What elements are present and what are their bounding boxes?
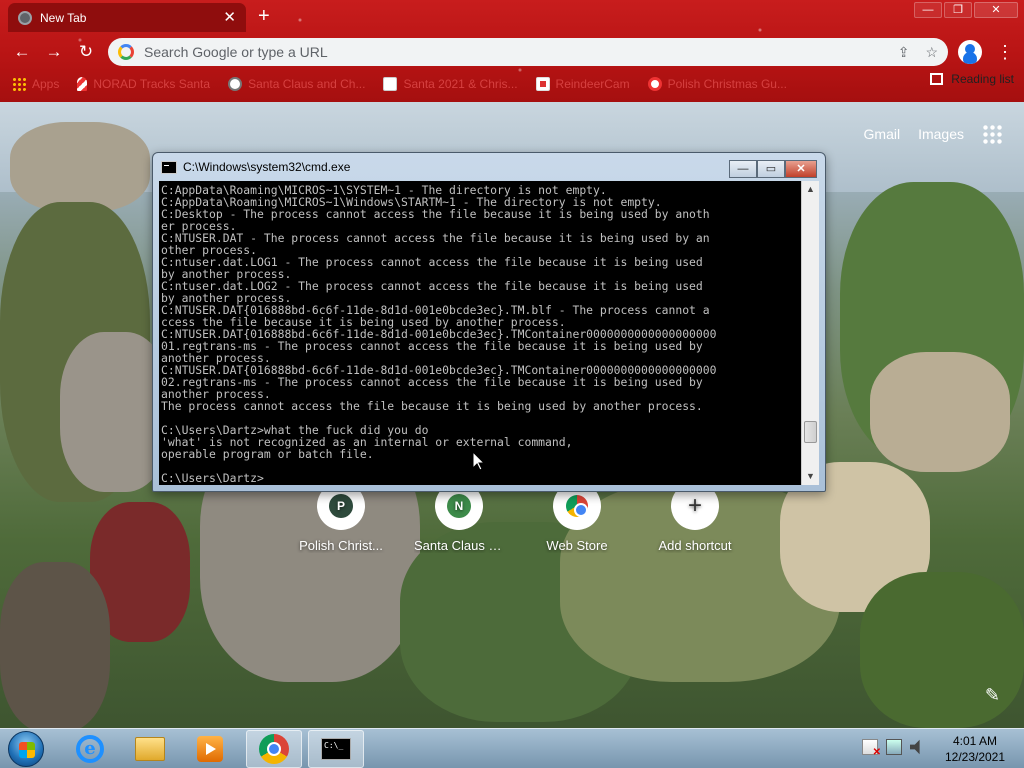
mouse-cursor-icon	[472, 452, 484, 470]
bookmarks-bar: Apps NORAD Tracks Santa Santa Claus and Ch…	[0, 72, 1024, 96]
volume-icon[interactable]	[910, 739, 920, 755]
command-prompt-icon: C:\_	[321, 738, 351, 760]
forward-button[interactable]: →	[42, 40, 66, 64]
share-icon[interactable]: ⇪	[898, 44, 910, 61]
new-tab-favicon-icon	[18, 10, 32, 25]
scroll-up-arrow-icon[interactable]: ▲	[802, 181, 819, 198]
bookmark-label: NORAD Tracks Santa	[93, 77, 211, 91]
reading-list-icon	[930, 73, 944, 85]
bookmark-label: Polish Christmas Gu...	[667, 77, 787, 91]
shortcut-tile[interactable]: + Add shortcut	[650, 482, 740, 553]
bookmark-item[interactable]: Santa Claus and Ch...	[228, 77, 365, 91]
bookmark-label: Santa 2021 & Chris...	[403, 77, 518, 91]
gmail-link[interactable]: Gmail	[864, 126, 901, 142]
ntp-top-links: Gmail Images	[864, 124, 1002, 144]
console-line: C:NTUSER.DAT - The process cannot access…	[161, 231, 710, 245]
close-tab-icon[interactable]: ✕	[223, 10, 236, 25]
reading-list-label: Reading list	[951, 72, 1014, 86]
candy-cane-icon	[77, 77, 88, 91]
chrome-web-store-icon	[566, 495, 588, 517]
bookmark-label: Apps	[32, 77, 60, 91]
shortcut-tile[interactable]: N Santa Claus a...	[414, 482, 504, 553]
scroll-thumb[interactable]	[804, 421, 817, 443]
image-icon	[383, 77, 398, 91]
cmd-close-button[interactable]: ✕	[785, 160, 817, 178]
google-apps-icon[interactable]	[982, 124, 1002, 144]
restore-button[interactable]: ❐	[944, 2, 972, 18]
system-tray	[862, 739, 926, 758]
shortcut-letter: P	[329, 494, 353, 518]
back-button[interactable]: ←	[10, 40, 34, 64]
cmd-titlebar[interactable]: C:\Windows\system32\cmd.exe	[153, 153, 825, 181]
bookmark-label: Santa Claus and Ch...	[248, 77, 366, 91]
polish-icon	[647, 77, 662, 91]
close-window-button[interactable]: ✕	[974, 2, 1018, 18]
cmd-icon	[161, 160, 177, 174]
shortcut-label: Web Store	[546, 538, 608, 553]
shortcut-label: Polish Christ...	[299, 538, 383, 553]
taskbar-clock[interactable]: 4:01 AM 12/23/2021	[938, 733, 1012, 765]
taskbar-explorer-button[interactable]	[122, 730, 178, 768]
reindeer-icon	[535, 77, 550, 91]
shortcut-letter: N	[447, 494, 471, 518]
cmd-maximize-button[interactable]: ▭	[757, 160, 785, 178]
folder-icon	[135, 737, 165, 761]
reading-list-button[interactable]: Reading list	[930, 72, 1014, 86]
apps-grid-icon	[12, 77, 26, 91]
bookmark-item[interactable]: NORAD Tracks Santa	[77, 77, 210, 91]
window-controls: — ❐ ✕	[914, 2, 1018, 18]
address-bar-placeholder: Search Google or type a URL	[144, 44, 328, 60]
tab-title: New Tab	[40, 10, 87, 25]
shortcuts-row: P Polish Christ... N Santa Claus a... Web St…	[296, 482, 740, 553]
minimize-button[interactable]: —	[914, 2, 942, 18]
shortcut-label: Santa Claus a...	[414, 538, 504, 553]
start-button-icon[interactable]	[8, 731, 44, 767]
taskbar-cmd-button[interactable]: C:\_	[308, 730, 364, 768]
console-line: The process cannot access the file becau…	[161, 399, 703, 413]
shortcut-tile[interactable]: Web Store	[532, 482, 622, 553]
clock-date: 12/23/2021	[944, 750, 1006, 764]
images-link[interactable]: Images	[918, 126, 964, 142]
cmd-window-controls: — ▭ ✕	[729, 160, 817, 178]
shortcut-tile[interactable]: P Polish Christ...	[296, 482, 386, 553]
internet-explorer-icon: e	[76, 735, 104, 763]
address-bar[interactable]: Search Google or type a URL ⇪ ☆	[108, 38, 948, 66]
windows-taskbar: e C:\_ 4:01 AM 12/23/2021	[0, 728, 1024, 768]
navigation-bar: ← → ↻ Search Google or type a URL ⇪ ☆ ⋮	[0, 36, 1024, 68]
bookmark-item[interactable]: Apps	[12, 77, 59, 91]
taskbar-chrome-button[interactable]	[246, 730, 302, 768]
customize-pencil-icon[interactable]: ✎	[985, 685, 1000, 706]
cmd-minimize-button[interactable]: —	[729, 160, 757, 178]
globe-icon	[228, 77, 243, 91]
clock-time: 4:01 AM	[952, 734, 998, 748]
new-tab-button[interactable]: +	[258, 6, 270, 26]
cmd-scrollbar[interactable]: ▲ ▼	[801, 181, 819, 485]
console-line: C:\Users\Dartz>	[161, 471, 264, 485]
cmd-window-title: C:\Windows\system32\cmd.exe	[183, 160, 351, 174]
google-icon	[118, 44, 134, 60]
browser-chrome: New Tab ✕ + — ❐ ✕ ← → ↻ Search Google or…	[0, 0, 1024, 102]
menu-dots-icon[interactable]: ⋮	[996, 42, 1014, 62]
scroll-down-arrow-icon[interactable]: ▼	[802, 468, 819, 485]
chrome-icon	[259, 734, 289, 764]
console-line: C:Desktop - The process cannot access th…	[161, 207, 710, 221]
plus-icon: +	[687, 492, 702, 519]
bookmark-item[interactable]: ReindeerCam	[535, 77, 630, 91]
taskbar-media-player-button[interactable]	[182, 730, 238, 768]
bookmark-item[interactable]: Polish Christmas Gu...	[647, 77, 787, 91]
cmd-console-output[interactable]: C:AppData\Roaming\MICROS~1\SYSTEM~1 - Th…	[159, 181, 801, 485]
reload-button[interactable]: ↻	[74, 40, 98, 64]
shortcut-label: Add shortcut	[658, 538, 732, 553]
action-center-flag-icon[interactable]	[862, 739, 881, 758]
tab-new-tab[interactable]: New Tab ✕	[8, 3, 246, 32]
network-icon[interactable]	[886, 739, 902, 755]
profile-avatar-icon[interactable]	[958, 40, 982, 64]
media-player-icon	[197, 736, 223, 762]
cmd-window: C:\Windows\system32\cmd.exe — ▭ ✕ C:AppD…	[152, 152, 826, 492]
bookmark-star-icon[interactable]: ☆	[925, 44, 938, 61]
bookmark-item[interactable]: Santa 2021 & Chris...	[383, 77, 518, 91]
taskbar-ie-button[interactable]: e	[62, 730, 118, 768]
bookmark-label: ReindeerCam	[555, 77, 630, 91]
